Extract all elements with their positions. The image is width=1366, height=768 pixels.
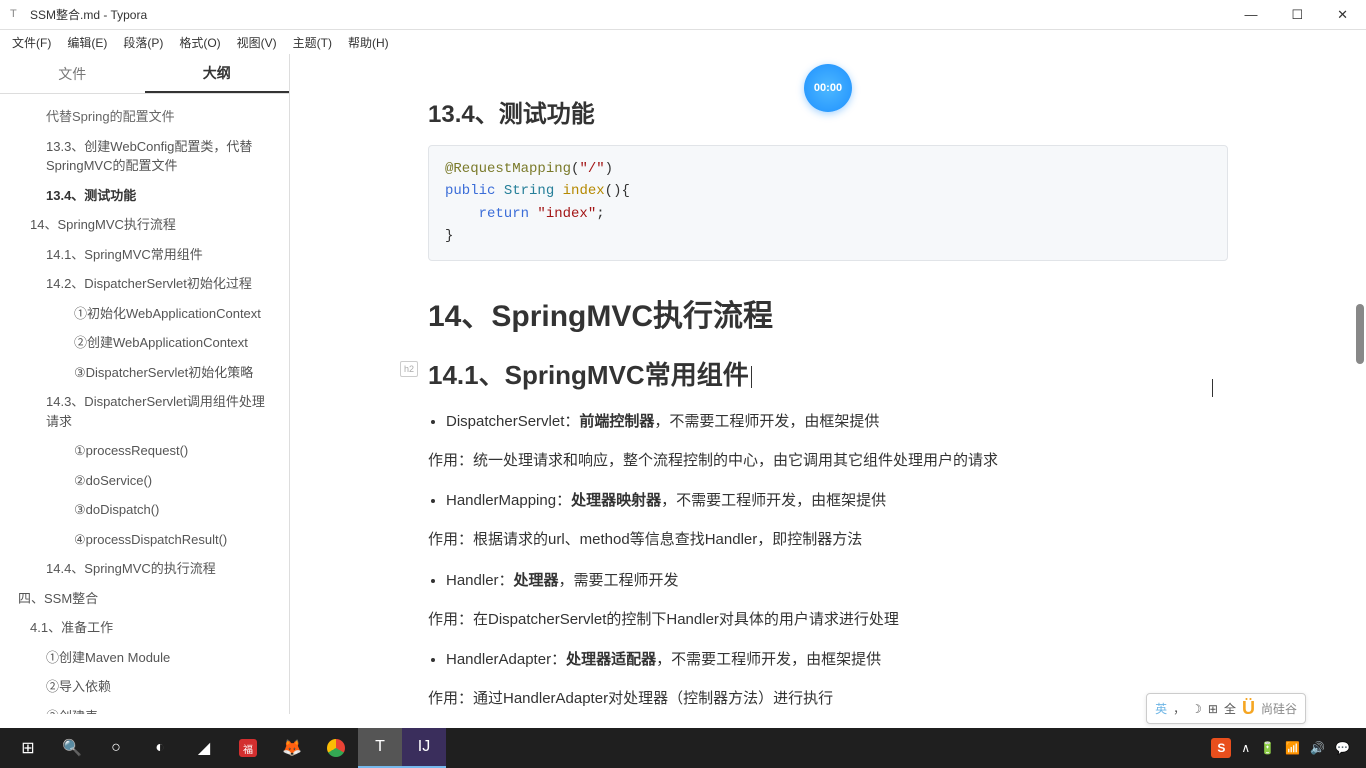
notification-icon[interactable]: 💬 — [1335, 741, 1350, 755]
sidebar-tabs: 文件 大纲 — [0, 54, 289, 94]
app-icon-3[interactable]: 福 — [226, 728, 270, 768]
tab-file[interactable]: 文件 — [0, 54, 145, 93]
window-title: SSM整合.md - Typora — [30, 6, 1236, 23]
outline-item[interactable]: ①初始化WebApplicationContext — [0, 299, 289, 329]
search-icon[interactable]: 🔍 — [50, 728, 94, 768]
tray-chevron-icon[interactable]: ∧ — [1241, 741, 1250, 755]
intellij-icon[interactable]: IJ — [402, 728, 446, 768]
firefox-icon[interactable]: 🦊 — [270, 728, 314, 768]
outline-item[interactable]: 4.1、准备工作 — [0, 613, 289, 643]
component-list: DispatcherServlet：前端控制器，不需要工程师开发，由框架提供 — [446, 410, 1228, 434]
chrome-icon[interactable] — [314, 728, 358, 768]
outline-item[interactable]: ③创建表 — [0, 702, 289, 715]
app-icon: T — [10, 8, 24, 22]
maximize-button[interactable]: ☐ — [1283, 3, 1311, 27]
battery-icon[interactable]: 🔋 — [1260, 741, 1275, 755]
outline-item[interactable]: 14.2、DispatcherServlet初始化过程 — [0, 269, 289, 299]
outline-item[interactable]: 四、SSM整合 — [0, 584, 289, 614]
moon-icon[interactable]: ☽ — [1191, 702, 1202, 716]
menu-view[interactable]: 视图(V) — [231, 32, 283, 53]
close-button[interactable]: ✕ — [1329, 3, 1356, 27]
outline-item[interactable]: 代替Spring的配置文件 — [0, 102, 289, 132]
sidebar: 文件 大纲 代替Spring的配置文件 13.3、创建WebConfig配置类，… — [0, 54, 290, 714]
title-bar: T SSM整合.md - Typora — ☐ ✕ — [0, 0, 1366, 30]
sogou-ime-icon[interactable]: S — [1211, 738, 1231, 758]
text-cursor — [751, 366, 752, 388]
ibeam-cursor-icon — [1212, 379, 1213, 397]
ime-punct[interactable]: ， — [1173, 700, 1185, 717]
editor-content[interactable]: 13.4、测试功能 @RequestMapping("/") public St… — [290, 54, 1366, 714]
brand-logo-icon: Ü — [1242, 698, 1255, 719]
usage-text[interactable]: 作用：统一处理请求和响应，整个流程控制的中心，由它调用其它组件处理用户的请求 — [428, 448, 1228, 474]
heading-14[interactable]: 14、SpringMVC执行流程 — [428, 291, 1228, 335]
taskbar: ⊞ 🔍 ○ ◐ ◢ 福 🦊 T IJ S ∧ 🔋 📶 🔊 💬 — [0, 728, 1366, 768]
outline-item[interactable]: ②导入依赖 — [0, 672, 289, 702]
typora-icon[interactable]: T — [358, 728, 402, 768]
window-controls: — ☐ ✕ — [1236, 3, 1356, 27]
outline-item[interactable]: ①创建Maven Module — [0, 643, 289, 673]
menu-help[interactable]: 帮助(H) — [342, 32, 395, 53]
app-icon-1[interactable]: ◐ — [138, 728, 182, 768]
usage-text[interactable]: 作用：通过HandlerAdapter对处理器（控制器方法）进行执行 — [428, 686, 1228, 712]
heading-14-1[interactable]: 14.1、SpringMVC常用组件 — [428, 355, 1228, 392]
brand-text: 尚硅谷 — [1261, 700, 1297, 717]
outline-list[interactable]: 代替Spring的配置文件 13.3、创建WebConfig配置类，代替Spri… — [0, 94, 289, 714]
outline-item[interactable]: 14.4、SpringMVC的执行流程 — [0, 554, 289, 584]
outline-item[interactable]: ③DispatcherServlet初始化策略 — [0, 358, 289, 388]
system-tray[interactable]: S ∧ 🔋 📶 🔊 💬 — [1211, 738, 1360, 758]
usage-text[interactable]: 作用：根据请求的url、method等信息查找Handler，即控制器方法 — [428, 527, 1228, 553]
outline-item[interactable]: 14.1、SpringMVC常用组件 — [0, 240, 289, 270]
ime-full[interactable]: 全 — [1224, 700, 1236, 717]
menu-paragraph[interactable]: 段落(P) — [117, 32, 169, 53]
timer-badge[interactable]: 00:00 — [804, 64, 852, 112]
outline-item[interactable]: 14.3、DispatcherServlet调用组件处理请求 — [0, 387, 289, 436]
outline-item[interactable]: ①processRequest() — [0, 436, 289, 466]
cortana-icon[interactable]: ○ — [94, 728, 138, 768]
code-block[interactable]: @RequestMapping("/") public String index… — [428, 145, 1228, 261]
volume-icon[interactable]: 🔊 — [1310, 741, 1325, 755]
outline-item[interactable]: ②创建WebApplicationContext — [0, 328, 289, 358]
list-item[interactable]: HandlerAdapter：处理器适配器，不需要工程师开发，由框架提供 — [446, 648, 1228, 672]
outline-item[interactable]: 13.3、创建WebConfig配置类，代替SpringMVC的配置文件 — [0, 132, 289, 181]
tab-outline[interactable]: 大纲 — [145, 54, 290, 93]
list-item[interactable]: DispatcherServlet：前端控制器，不需要工程师开发，由框架提供 — [446, 410, 1228, 434]
list-item[interactable]: HandlerMapping：处理器映射器，不需要工程师开发，由框架提供 — [446, 489, 1228, 513]
outline-item[interactable]: ②doService() — [0, 466, 289, 496]
menu-file[interactable]: 文件(F) — [6, 32, 57, 53]
main-area: 文件 大纲 代替Spring的配置文件 13.3、创建WebConfig配置类，… — [0, 54, 1366, 714]
ime-toolbar[interactable]: 英 ， ☽ ⊞ 全 Ü 尚硅谷 — [1146, 693, 1306, 724]
usage-text[interactable]: 作用：在DispatcherServlet的控制下Handler对具体的用户请求… — [428, 607, 1228, 633]
outline-item[interactable]: ③doDispatch() — [0, 495, 289, 525]
outline-item[interactable]: ④processDispatchResult() — [0, 525, 289, 555]
list-item[interactable]: Handler：处理器，需要工程师开发 — [446, 569, 1228, 593]
outline-item-current[interactable]: 13.4、测试功能 — [0, 181, 289, 211]
heading-level-indicator: h2 — [400, 361, 418, 377]
start-button[interactable]: ⊞ — [6, 728, 50, 768]
menu-format[interactable]: 格式(O) — [173, 32, 226, 53]
content-wrap: 00:00 13.4、测试功能 @RequestMapping("/") pub… — [290, 54, 1366, 714]
outline-item[interactable]: 14、SpringMVC执行流程 — [0, 210, 289, 240]
wifi-icon[interactable]: 📶 — [1285, 741, 1300, 755]
ime-lang[interactable]: 英 — [1155, 700, 1167, 717]
menu-edit[interactable]: 编辑(E) — [61, 32, 113, 53]
menu-bar: 文件(F) 编辑(E) 段落(P) 格式(O) 视图(V) 主题(T) 帮助(H… — [0, 30, 1366, 54]
menu-theme[interactable]: 主题(T) — [287, 32, 338, 53]
minimize-button[interactable]: — — [1236, 3, 1265, 27]
app-icon-2[interactable]: ◢ — [182, 728, 226, 768]
grid-icon[interactable]: ⊞ — [1208, 702, 1218, 716]
